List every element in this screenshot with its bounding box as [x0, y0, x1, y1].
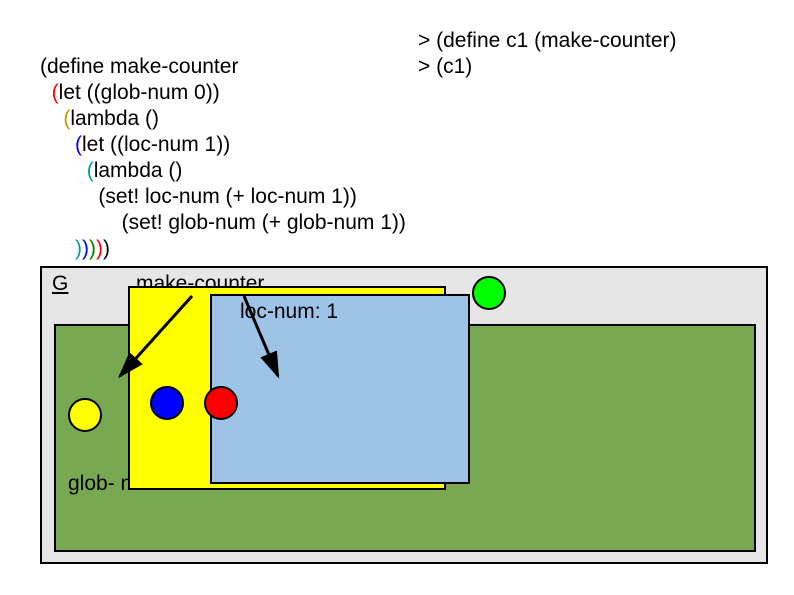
- code-line-2a: [40, 81, 52, 104]
- repl-line-2: > (c1): [418, 54, 677, 80]
- close-3: ): [89, 237, 96, 260]
- closure-dot-green: [472, 276, 506, 310]
- repl-area: > (define c1 (make-counter) > (c1): [418, 28, 677, 80]
- repl-line-1: > (define c1 (make-counter): [418, 28, 677, 54]
- close-5: ): [103, 237, 110, 260]
- global-env-label: G: [52, 272, 68, 296]
- closure-dot-blue: [150, 386, 184, 420]
- paren-let-inner: (: [75, 133, 82, 156]
- code-line-5a: [40, 159, 87, 182]
- closure-dot-red: [204, 386, 238, 420]
- loc-num-label: loc-num: 1: [240, 300, 338, 324]
- code-line-3b: lambda (): [70, 107, 159, 130]
- close-4: ): [96, 237, 103, 260]
- paren-let-outer: (: [52, 81, 59, 104]
- code-line-4b: let ((loc-num 1)): [82, 133, 230, 156]
- close-1: ): [75, 237, 82, 260]
- code-line-1: (define make-counter: [40, 55, 238, 78]
- paren-lambda-inner: (: [87, 159, 94, 182]
- code-line-8a: [40, 237, 75, 260]
- code-line-5b: lambda (): [94, 159, 183, 182]
- code-line-3a: [40, 107, 63, 130]
- close-2: ): [82, 237, 89, 260]
- code-line-7: (set! glob-num (+ glob-num 1)): [40, 211, 406, 234]
- code-line-6: (set! loc-num (+ loc-num 1)): [40, 185, 357, 208]
- global-env-box: G make-counter c1 glob- num: 0 loc-num: …: [40, 266, 768, 564]
- code-listing: (define make-counter (let ((glob-num 0))…: [40, 28, 406, 262]
- code-line-4a: [40, 133, 75, 156]
- closure-dot-yellow: [68, 398, 102, 432]
- code-line-2b: let ((glob-num 0)): [59, 81, 220, 104]
